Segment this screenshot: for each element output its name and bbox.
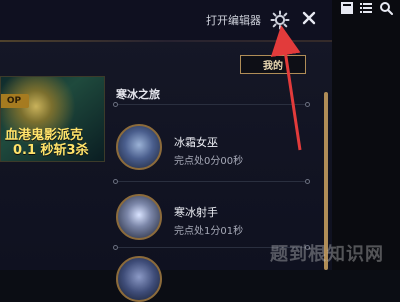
banner-badge: OP — [1, 94, 29, 108]
top-divider — [0, 40, 332, 42]
gear-icon[interactable] — [270, 10, 290, 30]
avatar — [116, 256, 162, 302]
top-bar: 打开编辑器 — [0, 0, 332, 40]
close-icon[interactable] — [300, 9, 318, 27]
open-editor-link[interactable]: 打开编辑器 — [206, 12, 261, 28]
avatar — [116, 124, 162, 170]
promo-banner[interactable]: OP 血港鬼影派克 0.1 秒斩3杀 — [0, 76, 105, 162]
banner-title-line2: 0.1 秒斩3杀 — [13, 143, 89, 158]
item-status: 完点处0分00秒 — [174, 156, 244, 167]
watermark: 题到根知识网 — [270, 244, 384, 265]
item-name: 寒冰射手 — [174, 206, 218, 219]
box-icon[interactable] — [340, 0, 354, 14]
avatar — [116, 194, 162, 240]
list-item[interactable]: 寒冰射手 完点处1分01秒 — [116, 194, 316, 246]
list-icon[interactable] — [359, 0, 373, 14]
list-divider — [113, 179, 310, 184]
right-panel — [332, 0, 400, 270]
list-divider — [113, 102, 310, 107]
section-title: 寒冰之旅 — [116, 88, 160, 101]
item-name: 冰霜女巫 — [174, 136, 218, 149]
app-window: 打开编辑器 我的 OP 血港鬼影派克 0.1 秒斩3杀 寒冰之旅 冰霜女巫 完点… — [0, 0, 332, 302]
item-status: 完点处1分01秒 — [174, 226, 244, 237]
my-button[interactable]: 我的 — [240, 55, 306, 74]
search-icon[interactable] — [379, 0, 393, 15]
list-item[interactable]: 冰霜女巫 完点处0分00秒 — [116, 124, 316, 176]
